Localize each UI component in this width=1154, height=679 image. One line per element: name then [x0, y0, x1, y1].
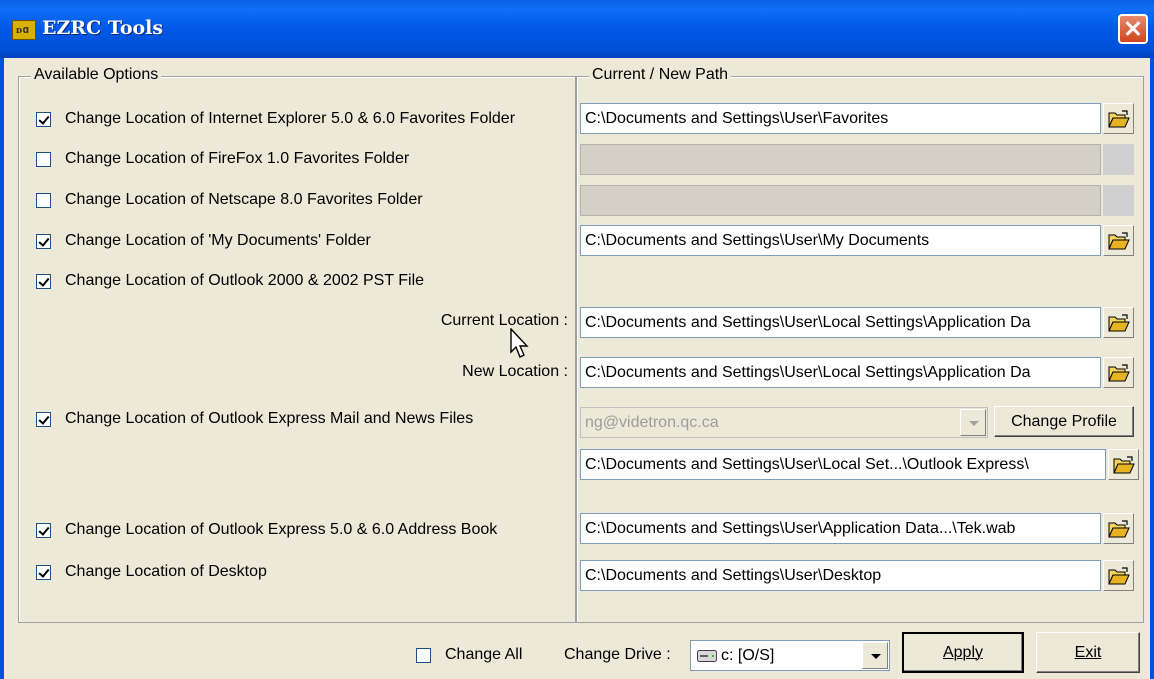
browse-folder-button[interactable] — [1103, 560, 1134, 591]
browse-folder-button[interactable] — [1103, 225, 1134, 256]
option-label: Change Location of Outlook Express Mail … — [65, 410, 474, 427]
available-options-label: Available Options — [31, 66, 162, 84]
open-folder-icon — [1108, 314, 1130, 332]
path-group-label: Current / New Path — [589, 66, 732, 84]
pst-new-path-field[interactable]: C:\Documents and Settings\User\Local Set… — [580, 357, 1101, 388]
open-folder-icon — [1108, 364, 1130, 382]
window-frame-left — [0, 58, 4, 679]
window-frame-right — [1150, 58, 1154, 679]
checkbox[interactable] — [36, 411, 51, 427]
current-location-label: Current Location : — [440, 312, 568, 329]
exit-button[interactable]: Exit — [1036, 632, 1140, 673]
drive-dropdown[interactable]: c: [O/S] — [690, 640, 890, 671]
browse-folder-button[interactable] — [1103, 513, 1134, 544]
change-drive-label: Change Drive : — [564, 646, 671, 663]
change-all-checkbox[interactable] — [416, 647, 431, 663]
checkbox[interactable] — [36, 151, 51, 167]
option-my-documents[interactable]: Change Location of 'My Documents' Folder — [36, 229, 371, 253]
change-profile-label: Change Profile — [1011, 412, 1117, 430]
checkbox[interactable] — [36, 564, 51, 580]
option-firefox-favorites[interactable]: Change Location of FireFox 1.0 Favorites… — [36, 147, 409, 171]
open-folder-icon — [1108, 567, 1130, 585]
profile-dropdown: ng@videtron.qc.ca — [580, 407, 988, 438]
outlook-express-path-field[interactable]: C:\Documents and Settings\User\Local Set… — [580, 449, 1106, 480]
apply-label: Apply — [942, 643, 984, 661]
drive-icon — [697, 650, 717, 662]
option-label: Change Location of Desktop — [65, 563, 267, 580]
checkbox[interactable] — [36, 192, 51, 208]
option-ie-favorites[interactable]: Change Location of Internet Explorer 5.0… — [36, 107, 515, 131]
window-title: EZRC Tools — [42, 17, 164, 39]
option-label: Change Location of Netscape 8.0 Favorite… — [65, 191, 423, 208]
address-book-path-field[interactable]: C:\Documents and Settings\User\Applicati… — [580, 513, 1101, 544]
pst-current-path-field[interactable]: C:\Documents and Settings\User\Local Set… — [580, 307, 1101, 338]
open-folder-icon — [1108, 232, 1130, 250]
change-all-checkbox-row[interactable]: Change All — [416, 643, 522, 667]
browse-folder-button[interactable] — [1108, 449, 1139, 480]
mouse-cursor-icon — [510, 328, 529, 358]
browse-folder-button-disabled — [1103, 144, 1134, 175]
netscape-favorites-path-field — [580, 185, 1101, 216]
close-button[interactable] — [1118, 14, 1148, 44]
option-outlook-express-mail[interactable]: Change Location of Outlook Express Mail … — [36, 407, 473, 431]
chevron-down-icon[interactable] — [862, 642, 888, 669]
my-documents-path-field[interactable]: C:\Documents and Settings\User\My Docume… — [580, 225, 1101, 256]
option-label: Change Location of Outlook 2000 & 2002 P… — [65, 272, 425, 289]
browse-folder-button[interactable] — [1103, 103, 1134, 134]
title-bar: ᴅɑ EZRC Tools — [0, 0, 1154, 58]
change-profile-button[interactable]: Change Profile — [994, 406, 1134, 437]
open-folder-icon — [1108, 520, 1130, 538]
option-desktop[interactable]: Change Location of Desktop — [36, 560, 267, 584]
checkbox[interactable] — [36, 522, 51, 538]
checkbox[interactable] — [36, 111, 51, 127]
firefox-favorites-path-field — [580, 144, 1101, 175]
option-label: Change Location of Internet Explorer 5.0… — [65, 110, 516, 127]
browse-folder-button[interactable] — [1103, 357, 1134, 388]
checkbox[interactable] — [36, 233, 51, 249]
open-folder-icon — [1108, 110, 1130, 128]
option-netscape-favorites[interactable]: Change Location of Netscape 8.0 Favorite… — [36, 188, 423, 212]
change-all-label: Change All — [445, 646, 523, 663]
ie-favorites-path-field[interactable]: C:\Documents and Settings\User\Favorites — [580, 103, 1101, 134]
chevron-down-icon — [960, 409, 986, 436]
profile-value: ng@videtron.qc.ca — [585, 414, 719, 431]
checkbox[interactable] — [36, 273, 51, 289]
option-outlook-pst[interactable]: Change Location of Outlook 2000 & 2002 P… — [36, 269, 424, 293]
option-label: Change Location of FireFox 1.0 Favorites… — [65, 150, 410, 167]
open-folder-icon — [1113, 456, 1135, 474]
app-icon: ᴅɑ — [12, 20, 36, 40]
apply-button[interactable]: Apply — [902, 632, 1024, 673]
exit-label: Exit — [1074, 643, 1102, 661]
option-label: Change Location of Outlook Express 5.0 &… — [65, 521, 498, 538]
new-location-label: New Location : — [462, 363, 568, 380]
desktop-path-field[interactable]: C:\Documents and Settings\User\Desktop — [580, 560, 1101, 591]
browse-folder-button-disabled — [1103, 185, 1134, 216]
option-address-book[interactable]: Change Location of Outlook Express 5.0 &… — [36, 518, 497, 542]
browse-folder-button[interactable] — [1103, 307, 1134, 338]
option-label: Change Location of 'My Documents' Folder — [65, 232, 371, 249]
drive-value: c: [O/S] — [721, 647, 775, 664]
